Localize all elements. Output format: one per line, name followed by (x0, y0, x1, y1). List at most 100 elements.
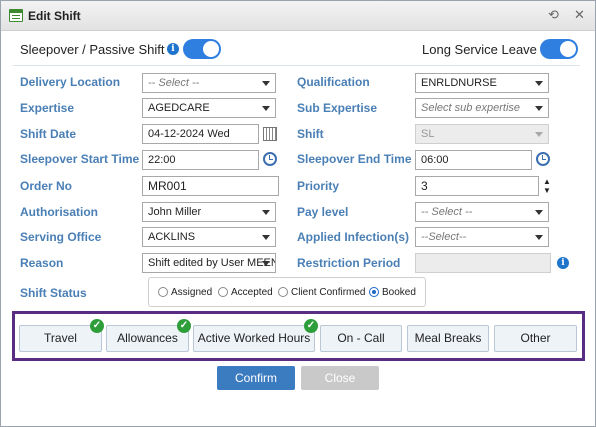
shift-status-label: Shift Status (20, 286, 87, 300)
priority-label: Priority (297, 179, 340, 193)
restriction-period-input[interactable] (415, 253, 551, 273)
tab-on-call[interactable]: On - Call (320, 325, 402, 352)
toggle-knob (560, 41, 576, 57)
status-radio-client-confirmed[interactable]: Client Confirmed (278, 287, 365, 298)
tab-label: Allowances (117, 331, 178, 345)
chevron-down-icon (262, 81, 270, 86)
reason-value: Shift edited by User MEEN (148, 257, 276, 269)
status-radio-label: Booked (382, 287, 416, 298)
long-service-leave-toggle[interactable] (540, 39, 578, 59)
status-radio-label: Client Confirmed (291, 287, 366, 298)
status-radio-label: Assigned (171, 287, 213, 298)
status-radio-assigned[interactable]: Assigned (158, 287, 212, 298)
sleepover-toggle[interactable] (183, 39, 221, 59)
stepper-up-icon[interactable]: ▲ (543, 178, 551, 186)
shift-select[interactable]: SL (415, 124, 549, 144)
applied-infections-label: Applied Infection(s) (297, 230, 409, 244)
tab-active-worked-hours[interactable]: Active Worked Hours (193, 325, 315, 352)
sub-expertise-label: Sub Expertise (297, 101, 378, 115)
dialog-title: Edit Shift (28, 9, 81, 23)
tab-meal-breaks[interactable]: Meal Breaks (407, 325, 489, 352)
chevron-down-icon (262, 235, 270, 240)
tab-allowances[interactable]: Allowances (106, 325, 189, 352)
tab-label: Meal Breaks (414, 331, 482, 345)
delivery-location-value: -- Select -- (148, 77, 200, 89)
confirm-button[interactable]: Confirm (217, 366, 295, 390)
check-icon: ✓ (90, 319, 104, 333)
sleepover-end-time-label: Sleepover End Time (297, 152, 412, 166)
expertise-label: Expertise (20, 101, 75, 115)
toggle-knob (203, 41, 219, 57)
order-no-label: Order No (20, 179, 73, 193)
radio-circle (369, 287, 379, 297)
clock-icon[interactable] (536, 152, 550, 166)
chevron-down-icon (262, 210, 270, 215)
shift-label: Shift (297, 127, 324, 141)
sub-expertise-placeholder: Select sub expertise (421, 102, 521, 114)
sleepover-end-time-input[interactable]: 06:00 (415, 150, 532, 170)
tab-label: Active Worked Hours (197, 331, 311, 345)
tab-label: On - Call (337, 331, 385, 345)
clock-icon[interactable] (263, 152, 277, 166)
tab-travel[interactable]: Travel (19, 325, 102, 352)
qualification-label: Qualification (297, 75, 370, 89)
close-button[interactable]: Close (301, 366, 379, 390)
shift-date-input[interactable]: 04-12-2024 Wed (142, 124, 259, 144)
pay-level-select[interactable]: -- Select -- (415, 202, 549, 222)
status-radio-booked[interactable]: Booked (369, 287, 416, 298)
shift-status-group: Assigned Accepted Client Confirmed Booke… (148, 277, 426, 307)
form-icon (9, 9, 23, 22)
status-radio-accepted[interactable]: Accepted (218, 287, 273, 298)
chevron-down-icon (262, 261, 270, 266)
reason-label: Reason (20, 256, 64, 270)
tab-label: Other (520, 331, 551, 345)
sleepover-start-time-label: Sleepover Start Time (20, 152, 140, 166)
authorisation-label: Authorisation (20, 205, 98, 219)
calendar-icon[interactable] (263, 127, 277, 141)
authorisation-select[interactable]: John Miller (142, 202, 276, 222)
sub-expertise-select[interactable]: Select sub expertise (415, 98, 549, 118)
check-icon: ✓ (177, 319, 191, 333)
info-icon[interactable]: i (557, 257, 569, 269)
radio-circle (278, 287, 288, 297)
stepper-down-icon[interactable]: ▼ (543, 187, 551, 195)
info-icon[interactable]: i (167, 43, 179, 55)
authorisation-value: John Miller (148, 206, 202, 218)
chevron-down-icon (535, 210, 543, 215)
order-no-input[interactable]: MR001 (142, 176, 279, 196)
sleepover-start-time-input[interactable]: 22:00 (142, 150, 259, 170)
serving-office-select[interactable]: ACKLINS (142, 227, 276, 247)
shift-value: SL (421, 128, 435, 140)
edit-shift-dialog: Edit Shift ⟲ ✕ Sleepover / Passive Shift… (0, 0, 596, 427)
chevron-down-icon (535, 106, 543, 111)
expertise-value: AGEDCARE (148, 102, 210, 114)
expertise-select[interactable]: AGEDCARE (142, 98, 276, 118)
applied-infections-value: --Select-- (421, 231, 467, 243)
shift-sections-bar: Travel ✓ Allowances ✓ Active Worked Hour… (12, 311, 585, 361)
delivery-location-label: Delivery Location (20, 75, 121, 89)
serving-office-label: Serving Office (20, 230, 102, 244)
long-service-leave-label: Long Service Leave ? (422, 42, 548, 57)
applied-infections-select[interactable]: --Select-- (415, 227, 549, 247)
title-bar: Edit Shift ⟲ ✕ (1, 1, 595, 31)
qualification-value: ENRLDNURSE (421, 77, 497, 89)
check-icon: ✓ (304, 319, 318, 333)
status-radio-label: Accepted (231, 287, 273, 298)
divider (13, 65, 580, 66)
radio-circle (218, 287, 228, 297)
priority-input[interactable]: 3 (415, 176, 539, 196)
restriction-period-label: Restriction Period (297, 256, 401, 270)
tab-other[interactable]: Other (494, 325, 577, 352)
chevron-down-icon (535, 235, 543, 240)
close-icon[interactable]: ✕ (574, 7, 585, 23)
qualification-select[interactable]: ENRLDNURSE (415, 73, 549, 93)
reason-select[interactable]: Shift edited by User MEEN (142, 253, 276, 273)
serving-office-value: ACKLINS (148, 231, 196, 243)
chevron-down-icon (535, 132, 543, 137)
refresh-icon[interactable]: ⟲ (548, 7, 559, 23)
pay-level-value: -- Select -- (421, 206, 473, 218)
radio-circle (158, 287, 168, 297)
chevron-down-icon (262, 106, 270, 111)
pay-level-label: Pay level (297, 205, 349, 219)
delivery-location-select[interactable]: -- Select -- (142, 73, 276, 93)
